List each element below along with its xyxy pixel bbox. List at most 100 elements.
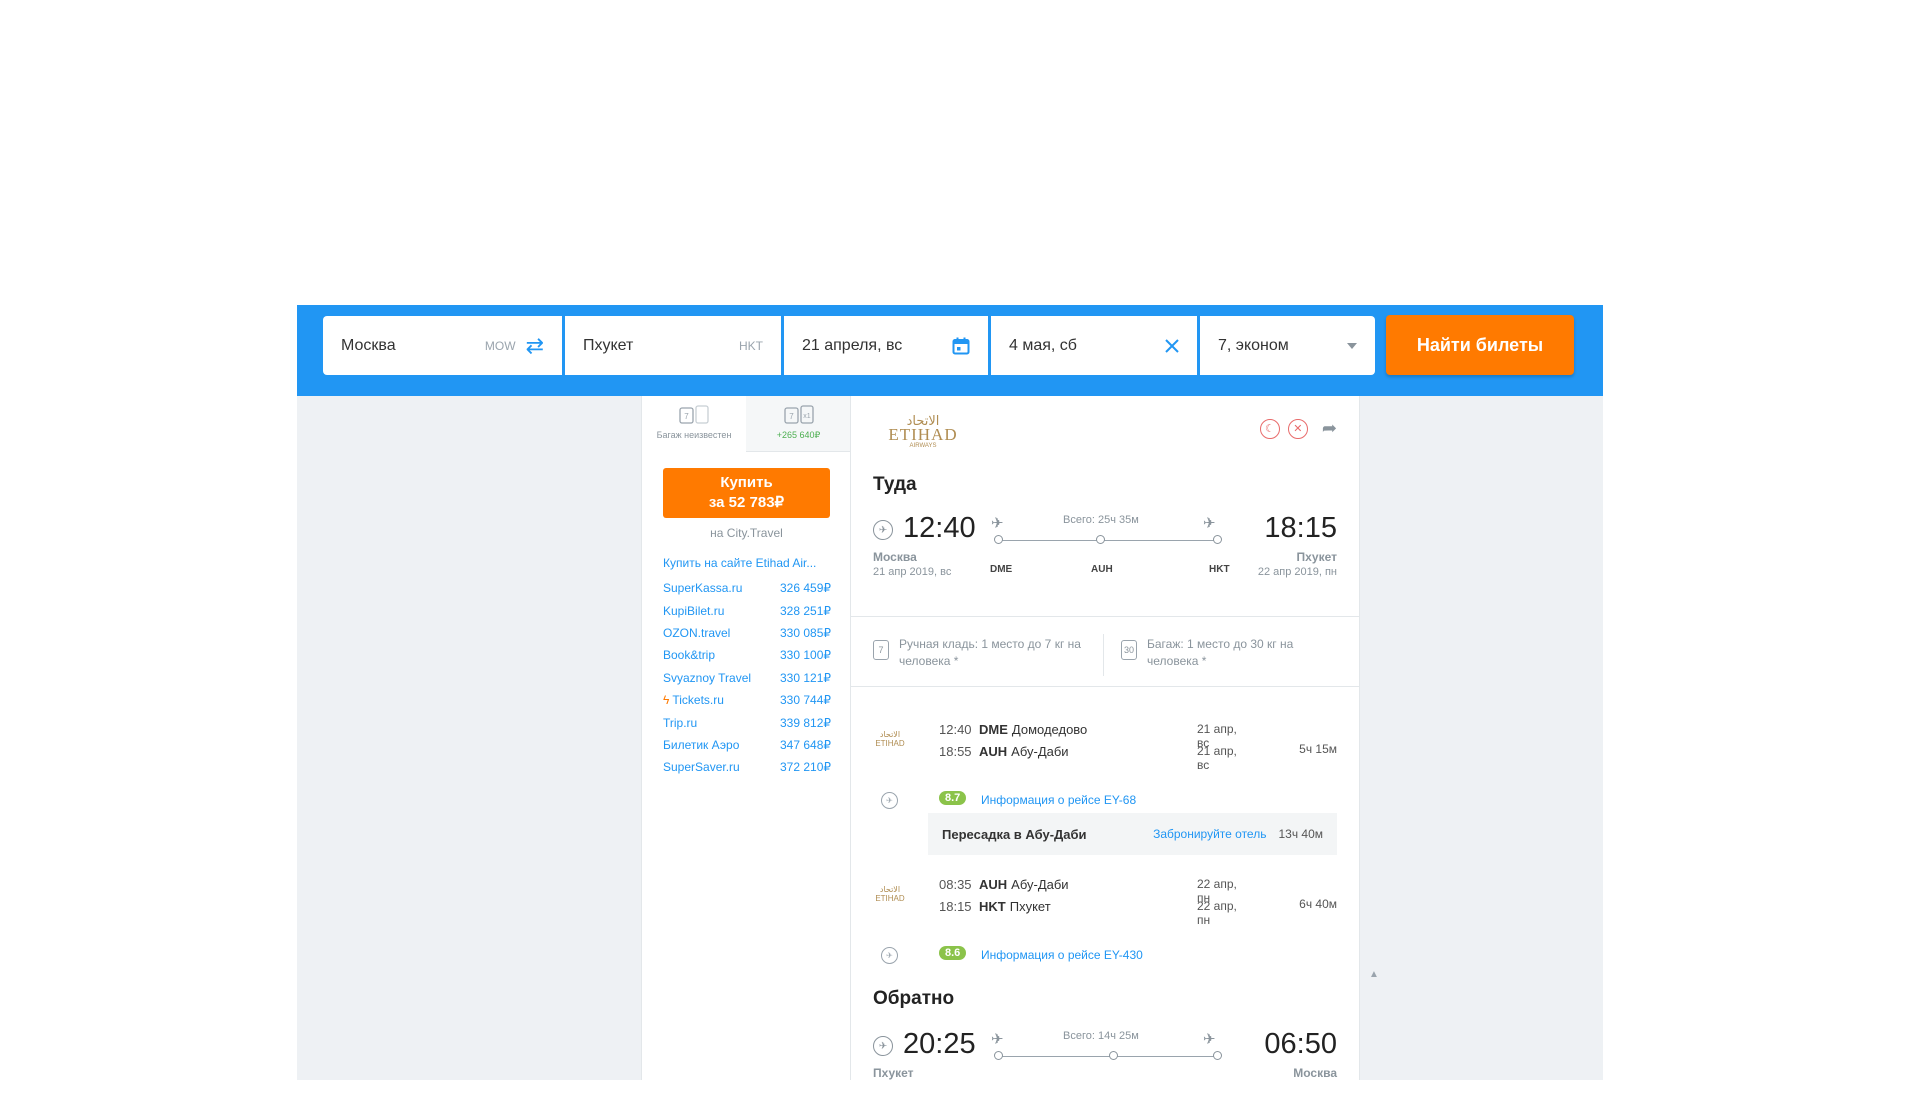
agency-name[interactable]: OZON.travel	[663, 626, 730, 640]
segment-date: 21 апр, вс	[1197, 744, 1237, 772]
hand-luggage-text: Ручная кладь: 1 место до 7 кг на человек…	[899, 637, 1081, 668]
destination-field[interactable]: Пхукет HKT	[565, 316, 781, 375]
agency-price[interactable]: 339 812₽	[780, 716, 831, 730]
arrival-city: Москва	[1293, 1066, 1337, 1080]
agency-price[interactable]: 330 100₽	[780, 648, 831, 662]
hand-luggage: 7 Ручная кладь: 1 место до 7 кг на челов…	[873, 636, 1083, 670]
agency-name[interactable]: SuperSaver.ru	[663, 760, 740, 774]
total-duration: Всего: 14ч 25м	[1063, 1030, 1139, 1042]
segment-departure: 08:35 AUH Абу-Даби 22 апр, пн	[939, 877, 1239, 905]
agency-price[interactable]: 330 121₽	[780, 671, 831, 685]
checked-baggage-text: Багаж: 1 место до 30 кг на человека *	[1147, 637, 1294, 668]
segment-arrival: 18:55 AUH Абу-Даби 21 апр, вс	[939, 744, 1239, 772]
passengers-field[interactable]: 7, эконом	[1200, 316, 1375, 375]
takeoff-icon: ✈	[991, 1031, 1004, 1048]
share-icon[interactable]: ➦	[1322, 418, 1337, 439]
segment-code: AUH	[979, 877, 1008, 892]
tab-label: +265 640₽	[776, 430, 821, 440]
agency-row[interactable]: OZON.travel 330 085₽	[663, 622, 831, 644]
logo-name: ETIHAD	[875, 739, 905, 748]
agency-row[interactable]: Svyaznoy Travel 330 121₽	[663, 667, 831, 689]
takeoff-icon: ✈	[991, 515, 1004, 532]
clear-icon[interactable]	[1165, 338, 1179, 353]
stop-dot	[994, 1051, 1003, 1060]
arrival-time: 18:15	[1264, 512, 1337, 544]
agency-price[interactable]: 347 648₽	[780, 738, 831, 752]
agency-name[interactable]: Билетик Аэро	[663, 738, 739, 752]
flight-segment: الاتحاد ETIHAD 08:35 AUH Абу-Даби 22 апр,…	[873, 877, 1337, 967]
flight-rating: 8.7	[939, 791, 967, 805]
return-title: Обратно	[873, 988, 955, 1009]
luggage-icon: 7 x1	[746, 404, 851, 424]
calendar-icon[interactable]	[952, 337, 970, 355]
flight-rating: 8.6	[939, 946, 967, 960]
offer-panel: 7 Багаж неизвестен 7 x1 +265 640₽ Купить …	[641, 396, 851, 1080]
agency-name[interactable]: SuperKassa.ru	[663, 581, 742, 595]
divider	[1103, 634, 1104, 676]
flight-details: الاتحاد ETIHAD AIRWAYS ☾ ✕ ➦ Туда ✈ 12:4…	[850, 396, 1360, 1080]
stop-dot	[1096, 535, 1105, 544]
agency-name[interactable]: Tickets.ru	[672, 693, 724, 707]
stop-dot	[994, 535, 1003, 544]
baggage-tabs: 7 Багаж неизвестен 7 x1 +265 640₽	[642, 396, 851, 452]
book-hotel-link[interactable]: Забронируйте отель	[1153, 827, 1266, 841]
agency-list: SuperKassa.ru 326 459₽ KupiBilet.ru 328 25…	[663, 577, 831, 779]
swap-icon[interactable]: ⇄	[526, 334, 544, 357]
outbound-title: Туда	[873, 474, 917, 495]
segment-duration: 6ч 40м	[1299, 897, 1337, 911]
agency-name[interactable]: Book&trip	[663, 648, 715, 662]
transfer-label: Пересадка в Абу-Даби	[942, 826, 1087, 842]
departure-city: Москва	[873, 550, 917, 564]
landing-icon: ✈	[1203, 1031, 1216, 1048]
segment-airport: Абу-Даби	[1011, 744, 1069, 759]
agency-price[interactable]: 326 459₽	[780, 581, 831, 595]
night-flight-icon: ☾	[1259, 418, 1280, 439]
destination-city: Пхукет	[583, 336, 634, 354]
clock-icon: ✈	[873, 1036, 893, 1056]
segment-code: AUH	[979, 744, 1008, 759]
passengers-value: 7, эконом	[1218, 336, 1289, 354]
agency-row[interactable]: Trip.ru 339 812₽	[663, 711, 831, 733]
flight-info-link[interactable]: Информация о рейсе EY-430	[981, 948, 1143, 962]
agency-price[interactable]: 328 251₽	[780, 604, 831, 618]
svg-text:7: 7	[684, 412, 689, 421]
agency-row[interactable]: SuperKassa.ru 326 459₽	[663, 577, 831, 599]
agency-name[interactable]: Svyaznoy Travel	[663, 671, 751, 685]
scroll-up-icon[interactable]: ▲	[1369, 969, 1379, 980]
agency-price[interactable]: 372 210₽	[780, 760, 831, 774]
hand-luggage-icon: 7	[873, 640, 889, 660]
agency-row[interactable]: SuperSaver.ru 372 210₽	[663, 756, 831, 778]
buy-button[interactable]: Купить за 52 783₽	[663, 468, 830, 518]
checked-baggage: 30 Багаж: 1 место до 30 кг на человека *	[1121, 636, 1331, 670]
origin-field[interactable]: Москва MOW ⇄	[323, 316, 562, 375]
segment-time: 08:35	[939, 877, 972, 892]
search-bar: Москва MOW ⇄ Пхукет HKT 21 апреля, вс 4 …	[297, 305, 1603, 396]
tab-baggage-unknown[interactable]: 7 Багаж неизвестен	[642, 396, 747, 451]
segment-time: 18:55	[939, 744, 972, 759]
agency-name[interactable]: KupiBilet.ru	[663, 604, 724, 618]
search-button[interactable]: Найти билеты	[1386, 315, 1574, 375]
agency-row[interactable]: KupiBilet.ru 328 251₽	[663, 599, 831, 621]
flight-segment: الاتحاد ETIHAD 12:40 DME Домодедово 21 ап…	[873, 722, 1337, 812]
agency-row[interactable]: Book&trip 330 100₽	[663, 644, 831, 666]
no-food-icon: ✕	[1287, 418, 1308, 439]
divider	[851, 616, 1359, 617]
airport-code: AUH	[1091, 564, 1113, 575]
segment-arrival: 18:15 HKT Пхукет 22 апр, пн	[939, 899, 1239, 927]
segment-airport: Абу-Даби	[1011, 877, 1069, 892]
agency-price[interactable]: 330 744₽	[780, 693, 831, 707]
agency-row[interactable]: Билетик Аэро 347 648₽	[663, 734, 831, 756]
airline-site-link[interactable]: Купить на сайте Etihad Air...	[663, 556, 833, 570]
baggage-info: 7 Ручная кладь: 1 место до 7 кг на челов…	[873, 634, 1337, 686]
depart-date-field[interactable]: 21 апреля, вс	[784, 316, 988, 375]
tab-with-baggage[interactable]: 7 x1 +265 640₽	[746, 396, 851, 452]
arrival-time: 06:50	[1264, 1028, 1337, 1060]
transfer-duration: 13ч 40м	[1278, 827, 1323, 841]
agency-price[interactable]: 330 085₽	[780, 626, 831, 640]
agency-name[interactable]: Trip.ru	[663, 716, 697, 730]
agency-row[interactable]: ϟ Tickets.ru 330 744₽	[663, 689, 831, 711]
flight-info-link[interactable]: Информация о рейсе EY-68	[981, 793, 1136, 807]
departure-time: 12:40	[903, 512, 976, 544]
return-date-field[interactable]: 4 мая, сб	[991, 316, 1197, 375]
clock-icon: ✈	[881, 792, 898, 809]
